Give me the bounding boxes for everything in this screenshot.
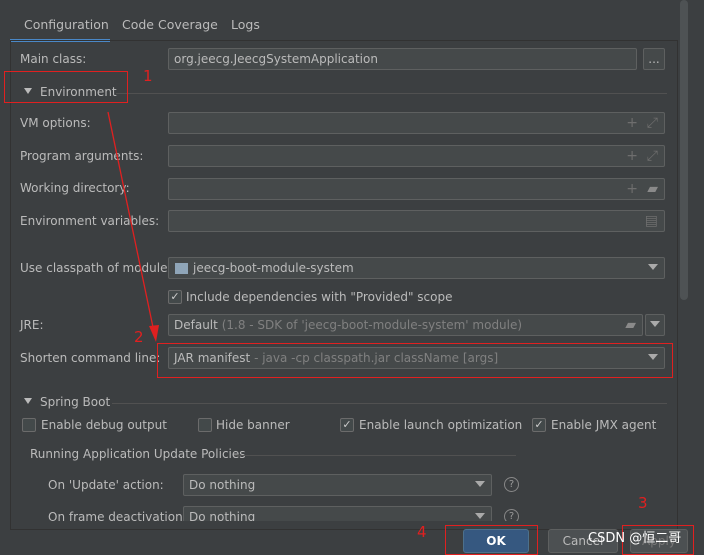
watermark: CSDN @恒二哥 (588, 531, 682, 546)
annotation-arrow (107, 111, 159, 342)
